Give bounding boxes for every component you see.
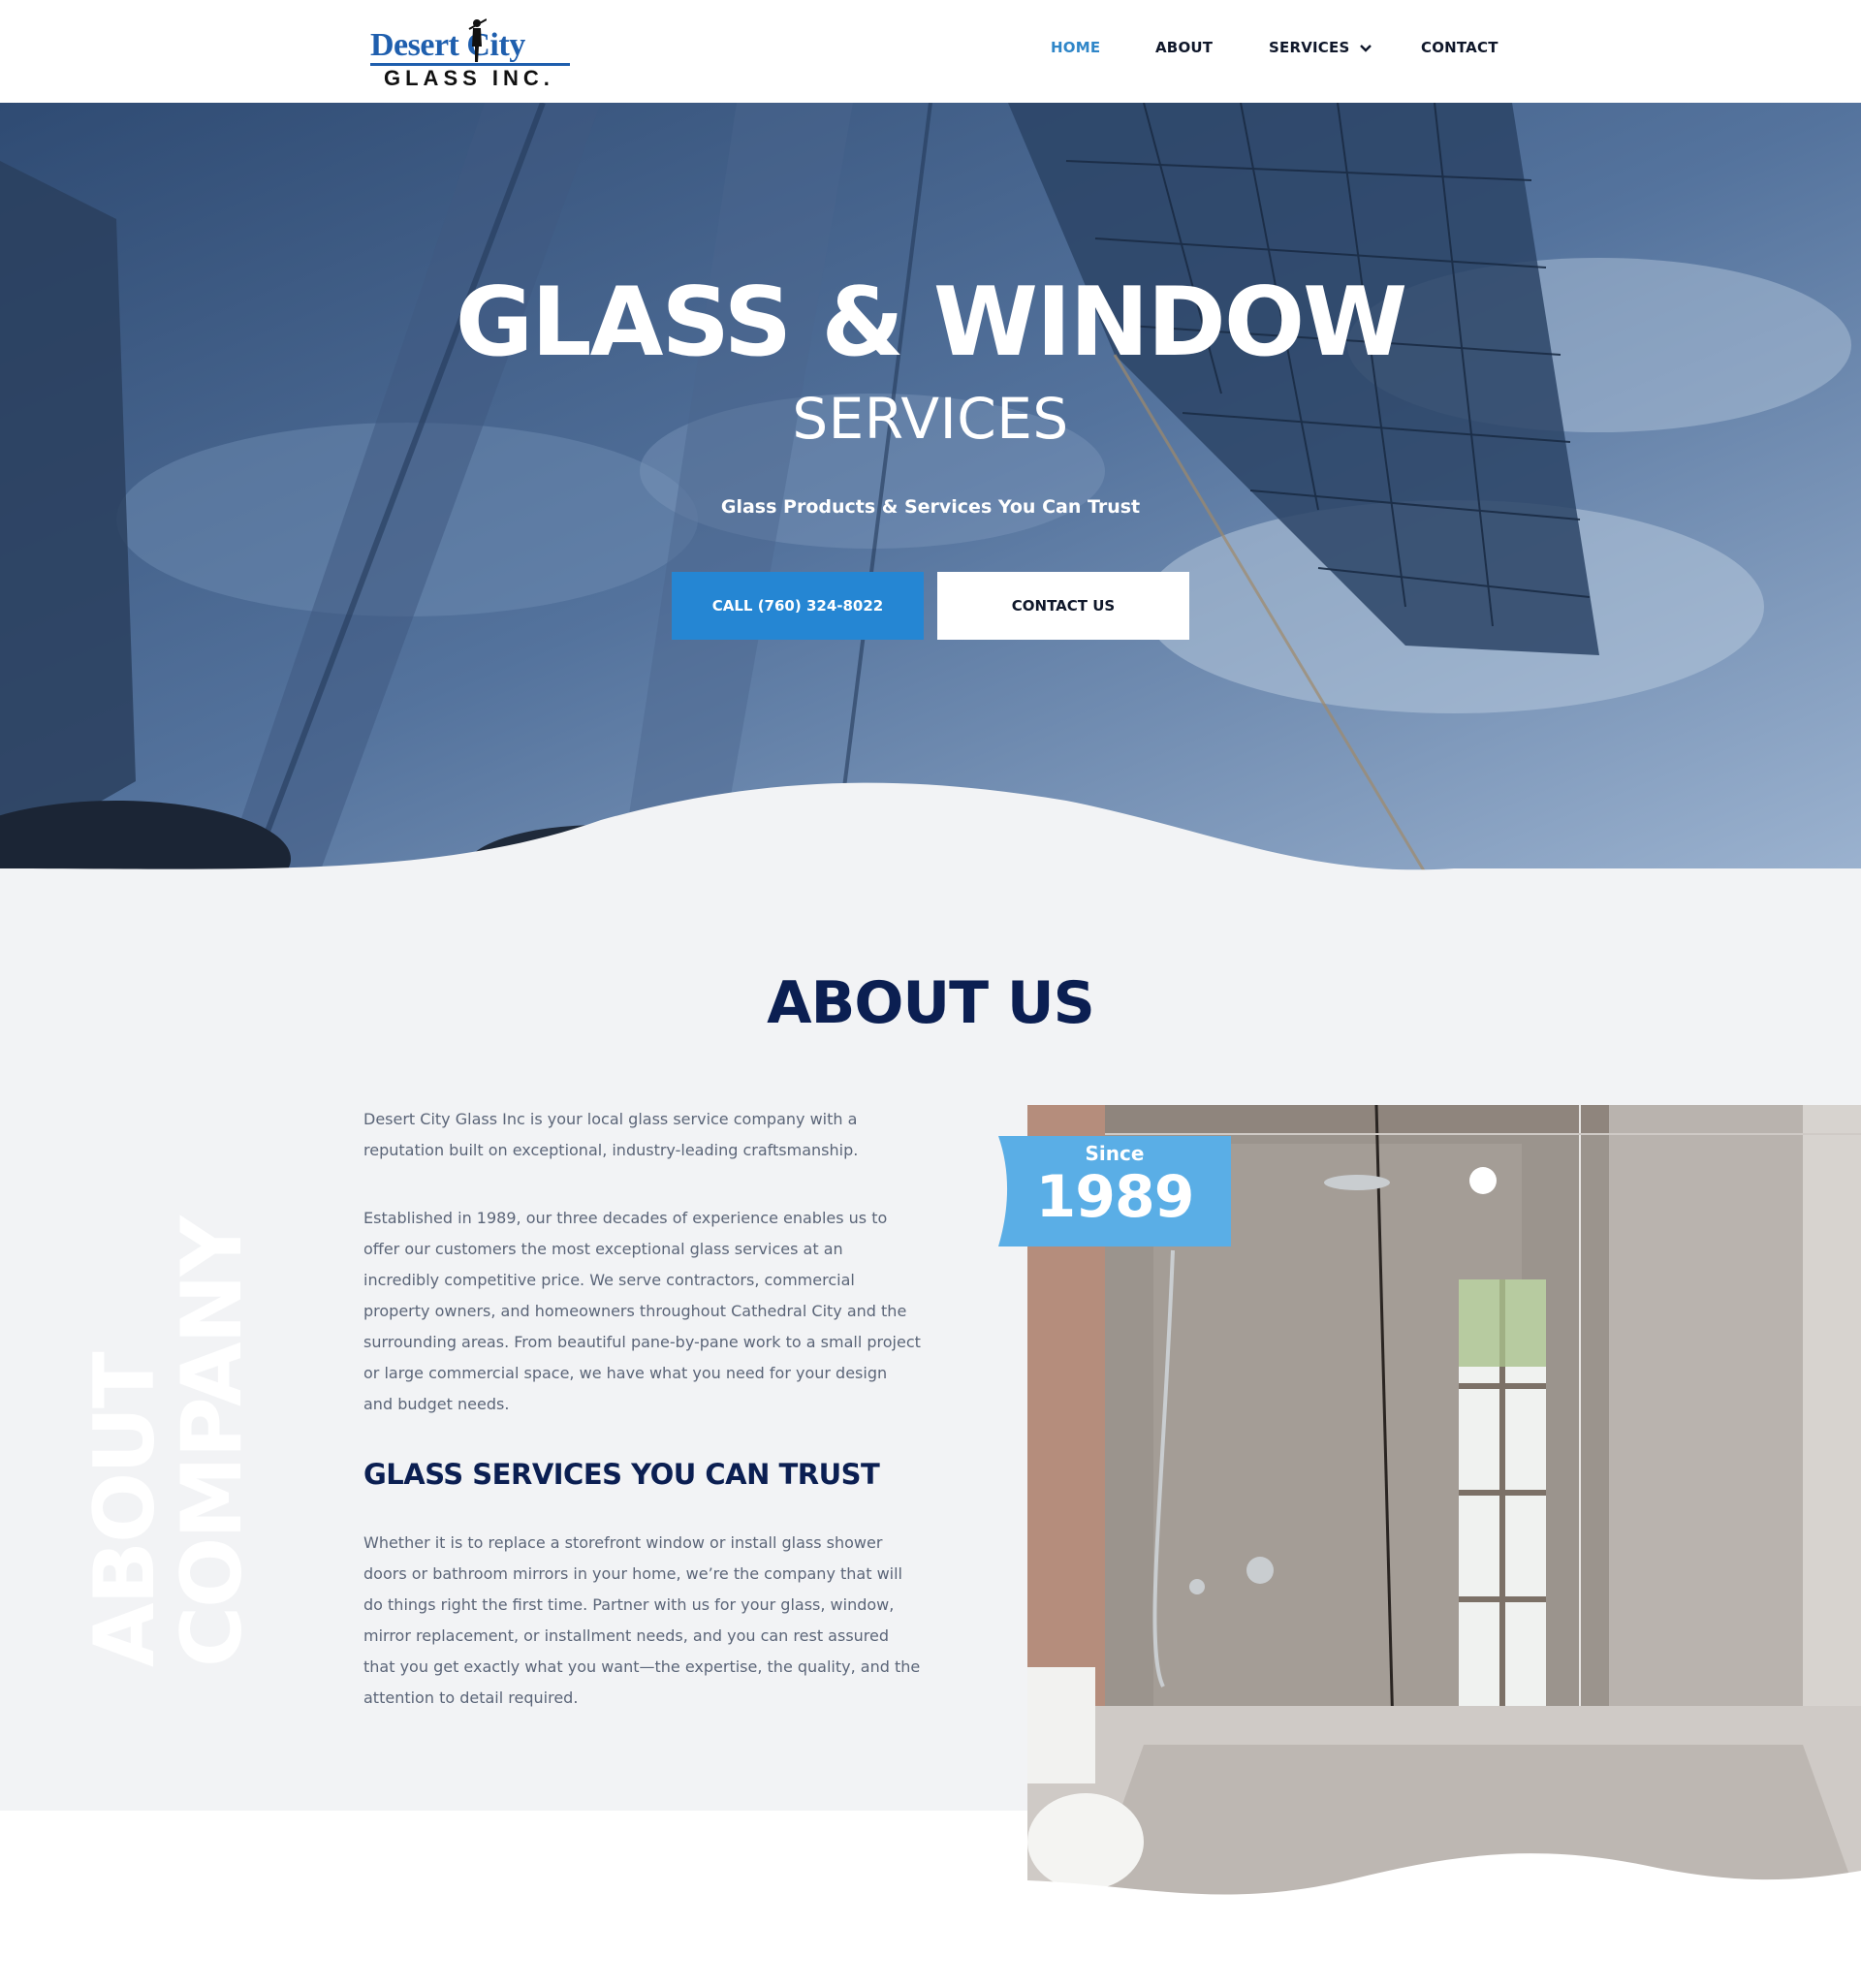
nav-contact[interactable]: CONTACT bbox=[1421, 39, 1498, 56]
about-paragraph-3: Whether it is to replace a storefront wi… bbox=[363, 1533, 921, 1707]
chevron-down-icon bbox=[1360, 44, 1372, 52]
contact-us-button[interactable]: CONTACT US bbox=[937, 572, 1189, 640]
vertical-text-about: ABOUT bbox=[78, 1351, 173, 1667]
nav-home[interactable]: HOME bbox=[1051, 39, 1100, 56]
hero-subtitle: SERVICES bbox=[792, 386, 1069, 452]
services-trust-heading: GLASS SERVICES YOU CAN TRUST bbox=[363, 1458, 880, 1491]
logo-line2: GLASS INC. bbox=[384, 66, 554, 90]
vertical-text-company: COMPANY bbox=[164, 1215, 261, 1667]
hero-section: GLASS & WINDOW SERVICES Glass Products &… bbox=[0, 103, 1861, 872]
about-paragraph-1: Desert City Glass Inc is your local glas… bbox=[363, 1110, 859, 1159]
about-title: ABOUT US bbox=[767, 969, 1095, 1037]
about-paragraph-2: Established in 1989, our three decades o… bbox=[363, 1209, 921, 1413]
hero-title: GLASS & WINDOW bbox=[455, 268, 1408, 378]
logo[interactable]: Desert City GLASS INC. bbox=[370, 17, 574, 90]
logo-line1: Desert City bbox=[370, 27, 525, 63]
call-button[interactable]: CALL (760) 324-8022 bbox=[672, 572, 924, 640]
nav-services[interactable]: SERVICES bbox=[1269, 39, 1372, 56]
nav-services-label: SERVICES bbox=[1269, 39, 1350, 56]
since-year: 1989 bbox=[1035, 1163, 1195, 1231]
hero-background-image bbox=[0, 103, 1861, 872]
nav-about[interactable]: ABOUT bbox=[1155, 39, 1213, 56]
about-company-vertical-text: ABOUT COMPANY bbox=[78, 1215, 261, 1667]
since-label: Since bbox=[1085, 1142, 1145, 1165]
site-header: Desert City GLASS INC. HOME ABOUT SERVIC… bbox=[0, 0, 1861, 103]
hero-tagline: Glass Products & Services You Can Trust bbox=[720, 496, 1141, 518]
logo-glazier-icon bbox=[468, 18, 487, 62]
